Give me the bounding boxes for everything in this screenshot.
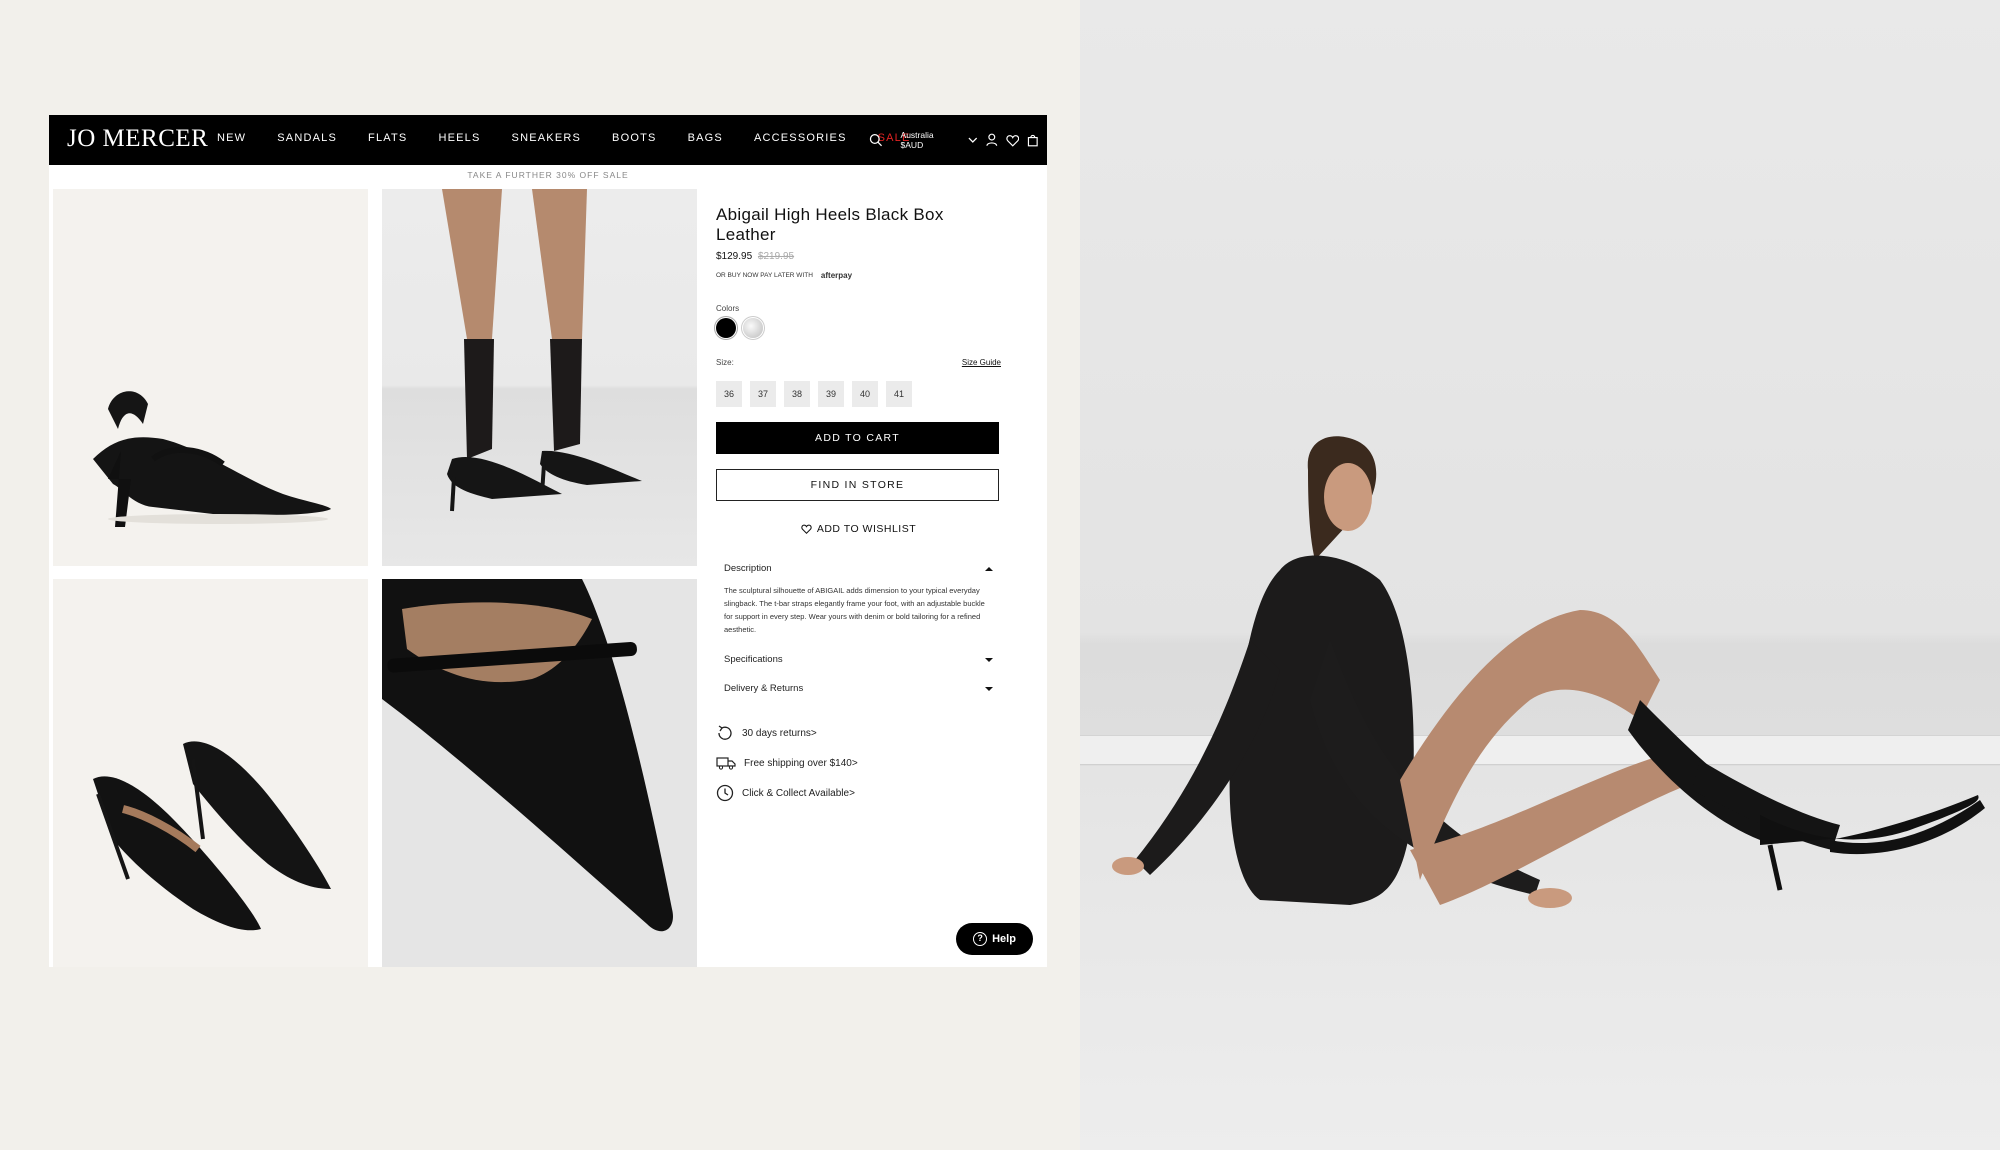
- specifications-label: Specifications: [724, 654, 783, 665]
- editorial-photo: [1080, 0, 2000, 1150]
- product-image-pair[interactable]: [53, 579, 368, 967]
- wishlist-label: ADD TO WISHLIST: [816, 523, 917, 535]
- product-image-side[interactable]: [53, 189, 368, 566]
- size-options: 36 37 38 39 40 41: [716, 381, 1001, 407]
- help-label: Help: [992, 933, 1016, 945]
- search-icon[interactable]: [869, 133, 883, 147]
- nav-link-boots[interactable]: BOOTS: [612, 132, 657, 144]
- model-figure: [1112, 436, 1985, 908]
- help-button[interactable]: ? Help: [956, 923, 1033, 955]
- chevron-down-icon: [985, 657, 993, 662]
- color-swatch-black[interactable]: [716, 318, 736, 338]
- feature-shipping[interactable]: Free shipping over $140>: [716, 756, 1001, 770]
- original-price: $219.95: [757, 251, 795, 262]
- afterpay-logo[interactable]: afterpay: [821, 271, 852, 280]
- delivery-label: Delivery & Returns: [724, 683, 804, 694]
- color-swatches: [716, 318, 1001, 338]
- size-option-36[interactable]: 36: [716, 381, 742, 407]
- nav-utilities: Australia $AUD: [869, 130, 1047, 150]
- account-icon[interactable]: [986, 133, 998, 147]
- colors-label: Colors: [716, 304, 740, 313]
- accordion-specifications-header[interactable]: Specifications: [716, 648, 1001, 671]
- service-features: 30 days returns> Free shipping over $140…: [716, 724, 1001, 802]
- region-selector[interactable]: Australia $AUD: [901, 130, 957, 150]
- size-option-39[interactable]: 39: [818, 381, 844, 407]
- product-image-on-foot[interactable]: [382, 189, 697, 566]
- product-accordion: Description The sculptural silhouette of…: [716, 557, 1001, 700]
- product-info: Abigail High Heels Black Box Leather $12…: [716, 205, 1001, 802]
- accordion-description-header[interactable]: Description: [716, 557, 1001, 580]
- add-to-cart-button[interactable]: ADD TO CART: [716, 422, 999, 454]
- shoe-pair-illustration: [93, 741, 331, 931]
- size-option-41[interactable]: 41: [886, 381, 912, 407]
- click-collect-label: Click & Collect Available>: [742, 787, 855, 799]
- price-row: $129.95 $219.95: [716, 251, 1001, 262]
- nav-link-bags[interactable]: BAGS: [688, 132, 723, 144]
- find-in-store-button[interactable]: FIND IN STORE: [716, 469, 999, 501]
- shoe-side-illustration: [93, 391, 331, 527]
- feature-click-collect[interactable]: Click & Collect Available>: [716, 784, 1001, 802]
- legs-illustration: [442, 189, 642, 512]
- chevron-down-icon[interactable]: [967, 134, 979, 146]
- chevron-up-icon: [985, 566, 993, 571]
- color-swatch-silver[interactable]: [743, 318, 763, 338]
- nav-link-sneakers[interactable]: SNEAKERS: [512, 132, 582, 144]
- product-title: Abigail High Heels Black Box Leather: [716, 205, 944, 244]
- product-image-closeup[interactable]: [382, 579, 697, 967]
- top-navigation: JO MERCER NEW SANDALS FLATS HEELS SNEAKE…: [49, 115, 1047, 165]
- accordion-delivery-header[interactable]: Delivery & Returns: [716, 677, 1001, 700]
- product-page: JO MERCER NEW SANDALS FLATS HEELS SNEAKE…: [49, 115, 1047, 967]
- promo-banner[interactable]: TAKE A FURTHER 30% OFF SALE: [49, 165, 1047, 183]
- size-label: Size:: [716, 358, 734, 367]
- nav-links: NEW SANDALS FLATS HEELS SNEAKERS BOOTS B…: [217, 132, 942, 144]
- returns-label: 30 days returns>: [742, 727, 817, 739]
- size-option-40[interactable]: 40: [852, 381, 878, 407]
- shipping-label: Free shipping over $140>: [744, 757, 858, 769]
- add-to-wishlist-button[interactable]: ADD TO WISHLIST: [716, 523, 1001, 535]
- brand-logo[interactable]: JO MERCER: [67, 125, 208, 153]
- wishlist-icon[interactable]: [1006, 134, 1020, 147]
- nav-link-new[interactable]: NEW: [217, 132, 246, 144]
- afterpay-text: OR BUY NOW PAY LATER WITH: [716, 272, 813, 279]
- description-label: Description: [724, 563, 772, 574]
- returns-icon: [718, 725, 732, 740]
- chevron-down-icon: [985, 686, 993, 691]
- heart-icon: [801, 524, 812, 534]
- size-guide-link[interactable]: Size Guide: [962, 358, 1001, 367]
- feature-returns[interactable]: 30 days returns>: [716, 724, 1001, 742]
- clock-icon: [716, 784, 734, 802]
- truck-icon: [716, 757, 736, 770]
- help-icon: ?: [973, 932, 988, 946]
- toe-closeup-illustration: [382, 579, 673, 932]
- size-header: Size: Size Guide: [716, 358, 1001, 367]
- nav-link-heels[interactable]: HEELS: [438, 132, 480, 144]
- afterpay-row: OR BUY NOW PAY LATER WITH afterpay: [716, 271, 1001, 280]
- nav-link-flats[interactable]: FLATS: [368, 132, 407, 144]
- bag-icon[interactable]: [1027, 133, 1039, 147]
- description-text: The sculptural silhouette of ABIGAIL add…: [724, 586, 985, 634]
- size-option-37[interactable]: 37: [750, 381, 776, 407]
- nav-link-sandals[interactable]: SANDALS: [277, 132, 337, 144]
- nav-link-accessories[interactable]: ACCESSORIES: [754, 132, 847, 144]
- current-price: $129.95: [716, 251, 753, 262]
- size-option-38[interactable]: 38: [784, 381, 810, 407]
